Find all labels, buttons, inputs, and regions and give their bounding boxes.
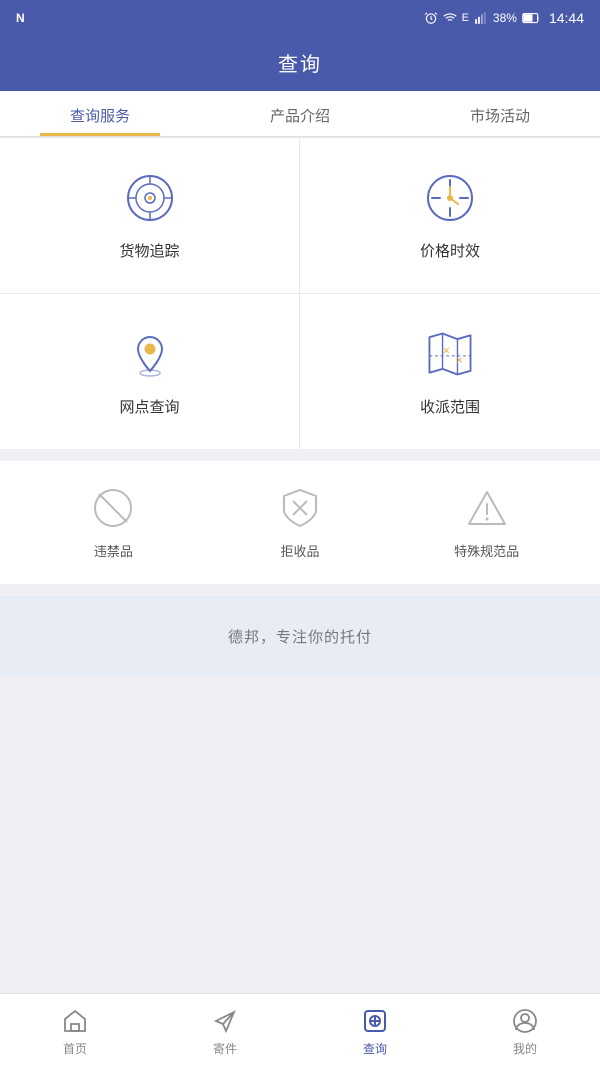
- battery-text: 38%: [493, 11, 517, 25]
- cargo-tracking-label: 货物追踪: [119, 240, 179, 261]
- battery-icon: [522, 12, 540, 24]
- price-timeliness-label: 价格时效: [420, 240, 480, 261]
- banner-text: 德邦，专注你的托付: [228, 629, 372, 646]
- service-grid: 货物追踪 价格时效: [0, 137, 600, 449]
- time-display: 14:44: [549, 10, 584, 26]
- status-icons: E 38% 14:44: [424, 10, 584, 26]
- nav-home-label: 首页: [63, 1040, 87, 1057]
- special-item[interactable]: 特殊规范品: [393, 485, 580, 560]
- nfc-icon: N: [16, 11, 25, 25]
- alarm-icon: [424, 11, 438, 25]
- bottom-nav: 首页 寄件 查询 我的: [0, 993, 600, 1067]
- price-timeliness-item[interactable]: 价格时效: [300, 138, 600, 294]
- network-query-item[interactable]: 网点查询: [0, 294, 300, 449]
- status-bar: N E 38% 14:44: [0, 0, 600, 36]
- delivery-range-icon: ✕ ✕: [422, 326, 478, 382]
- promo-banner: 德邦，专注你的托付: [0, 596, 600, 677]
- prohibited-item[interactable]: 违禁品: [20, 485, 207, 560]
- delivery-range-item[interactable]: ✕ ✕ 收派范围: [300, 294, 600, 449]
- page-header: 查询: [0, 36, 600, 91]
- nav-query-label: 查询: [363, 1040, 387, 1057]
- signal-bars-icon: [474, 11, 488, 25]
- nav-send-label: 寄件: [213, 1040, 237, 1057]
- tab-query-service[interactable]: 查询服务: [0, 91, 200, 136]
- nav-mine-label: 我的: [513, 1040, 537, 1057]
- nav-home[interactable]: 首页: [0, 1002, 150, 1061]
- nav-query[interactable]: 查询: [300, 1002, 450, 1061]
- tab-product-intro[interactable]: 产品介绍: [200, 91, 400, 136]
- refused-icon: [277, 485, 323, 531]
- delivery-range-label: 收派范围: [420, 396, 480, 417]
- tab-market-activity[interactable]: 市场活动: [400, 91, 600, 136]
- home-icon: [60, 1006, 90, 1036]
- wifi-icon: [443, 11, 457, 25]
- cargo-tracking-item[interactable]: 货物追踪: [0, 138, 300, 294]
- bottom-row-section: 违禁品 拒收品: [0, 461, 600, 584]
- prohibited-label: 违禁品: [94, 541, 133, 560]
- status-left: N: [16, 11, 25, 25]
- nav-send[interactable]: 寄件: [150, 1002, 300, 1061]
- price-timeliness-icon: [422, 170, 478, 226]
- network-query-icon: [122, 326, 178, 382]
- mine-icon: [510, 1006, 540, 1036]
- prohibited-icon: [90, 485, 136, 531]
- nav-mine[interactable]: 我的: [450, 1002, 600, 1061]
- page-title: 查询: [278, 54, 322, 76]
- signal-icon: E: [462, 12, 469, 24]
- special-icon: [464, 485, 510, 531]
- refused-label: 拒收品: [281, 541, 320, 560]
- main-content: 货物追踪 价格时效: [0, 137, 600, 993]
- svg-text:✕: ✕: [442, 346, 450, 356]
- network-query-label: 网点查询: [119, 396, 179, 417]
- special-label: 特殊规范品: [454, 541, 519, 560]
- query-icon: [360, 1006, 390, 1036]
- content-spacer: [0, 677, 600, 777]
- cargo-tracking-icon: [122, 170, 178, 226]
- refused-item[interactable]: 拒收品: [207, 485, 394, 560]
- svg-text:✕: ✕: [455, 355, 463, 365]
- send-icon: [210, 1006, 240, 1036]
- tab-bar: 查询服务 产品介绍 市场活动: [0, 91, 600, 137]
